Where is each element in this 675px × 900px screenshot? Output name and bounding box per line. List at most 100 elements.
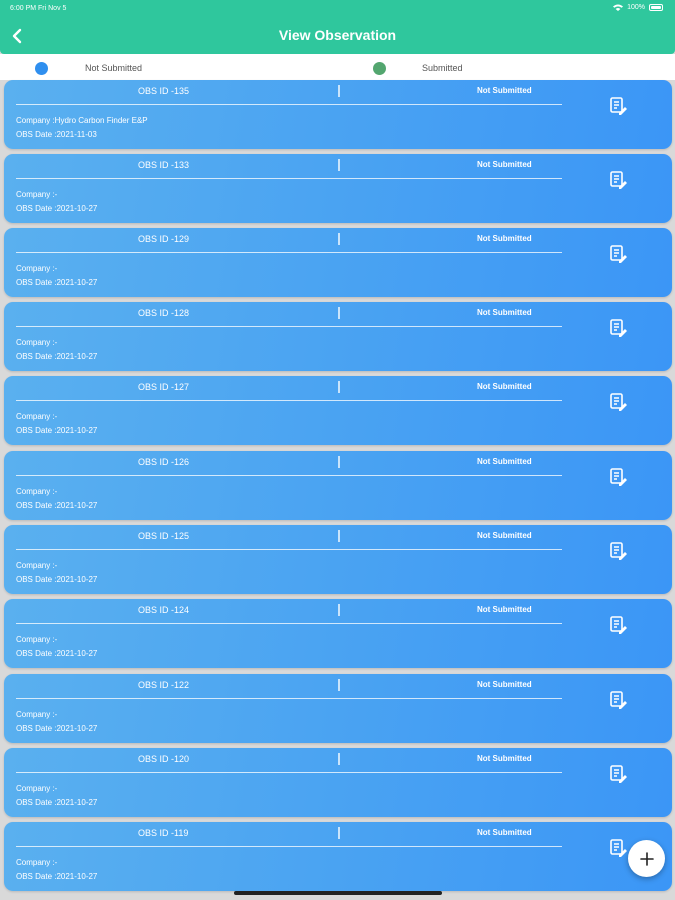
edit-icon[interactable]: [608, 244, 628, 264]
obs-id: OBS ID -124: [138, 605, 190, 615]
obs-id: OBS ID -120: [138, 754, 190, 764]
plus-icon: [639, 851, 654, 866]
edit-icon[interactable]: [608, 764, 628, 784]
obs-date: OBS Date :2021-10-27: [16, 798, 98, 807]
obs-id: OBS ID -128: [138, 308, 190, 318]
status-right: 100%: [613, 4, 663, 11]
obs-id: OBS ID -122: [138, 680, 190, 690]
divider: [16, 178, 562, 179]
observation-card[interactable]: OBS ID -129 Not Submitted Company :- OBS…: [4, 228, 672, 297]
obs-company: Company :-: [16, 784, 58, 793]
status-bar: 6:00 PM Fri Nov 5 100%: [0, 0, 675, 18]
divider: [16, 475, 562, 476]
observation-card[interactable]: OBS ID -119 Not Submitted Company :- OBS…: [4, 822, 672, 891]
observation-card[interactable]: OBS ID -124 Not Submitted Company :- OBS…: [4, 599, 672, 668]
obs-company: Company :Hydro Carbon Finder E&P: [16, 116, 148, 125]
obs-company: Company :-: [16, 858, 58, 867]
divider: [338, 827, 340, 839]
obs-status: Not Submitted: [477, 382, 532, 391]
battery-icon: [649, 4, 663, 11]
obs-company: Company :-: [16, 338, 58, 347]
divider: [16, 772, 562, 773]
divider: [338, 381, 340, 393]
status-time: 6:00 PM Fri Nov 5: [10, 5, 67, 12]
obs-company: Company :-: [16, 635, 58, 644]
edit-icon[interactable]: [608, 541, 628, 561]
obs-status: Not Submitted: [477, 754, 532, 763]
battery-percent: 100%: [627, 4, 645, 11]
divider: [338, 85, 340, 97]
obs-status: Not Submitted: [477, 605, 532, 614]
obs-company: Company :-: [16, 412, 58, 421]
edit-icon[interactable]: [608, 170, 628, 190]
status-legend: Not Submitted Submitted: [0, 54, 675, 80]
observation-card[interactable]: OBS ID -135 Not Submitted Company :Hydro…: [4, 80, 672, 149]
obs-company: Company :-: [16, 561, 58, 570]
not-submitted-dot: [35, 62, 48, 75]
obs-date: OBS Date :2021-10-27: [16, 872, 98, 881]
edit-icon[interactable]: [608, 615, 628, 635]
wifi-icon: [613, 4, 624, 11]
divider: [338, 233, 340, 245]
divider: [16, 623, 562, 624]
obs-status: Not Submitted: [477, 234, 532, 243]
obs-company: Company :-: [16, 264, 58, 273]
obs-id: OBS ID -125: [138, 531, 190, 541]
obs-date: OBS Date :2021-10-27: [16, 426, 98, 435]
observation-card[interactable]: OBS ID -128 Not Submitted Company :- OBS…: [4, 302, 672, 371]
divider: [338, 456, 340, 468]
obs-date: OBS Date :2021-10-27: [16, 649, 98, 658]
obs-date: OBS Date :2021-10-27: [16, 724, 98, 733]
obs-date: OBS Date :2021-10-27: [16, 501, 98, 510]
obs-status: Not Submitted: [477, 828, 532, 837]
obs-date: OBS Date :2021-10-27: [16, 575, 98, 584]
legend-not-submitted: Not Submitted: [85, 63, 143, 73]
divider: [16, 326, 562, 327]
observation-card[interactable]: OBS ID -126 Not Submitted Company :- OBS…: [4, 451, 672, 520]
divider: [338, 307, 340, 319]
edit-icon[interactable]: [608, 467, 628, 487]
observation-card[interactable]: OBS ID -125 Not Submitted Company :- OBS…: [4, 525, 672, 594]
divider: [16, 846, 562, 847]
edit-icon[interactable]: [608, 690, 628, 710]
divider: [16, 549, 562, 550]
obs-company: Company :-: [16, 487, 58, 496]
submitted-dot: [373, 62, 386, 75]
obs-company: Company :-: [16, 710, 58, 719]
nav-bar: View Observation: [0, 18, 675, 54]
page-title: View Observation: [278, 27, 397, 43]
obs-id: OBS ID -129: [138, 234, 190, 244]
obs-date: OBS Date :2021-10-27: [16, 204, 98, 213]
obs-status: Not Submitted: [477, 457, 532, 466]
obs-status: Not Submitted: [477, 86, 532, 95]
divider: [16, 252, 562, 253]
obs-date: OBS Date :2021-10-27: [16, 352, 98, 361]
obs-id: OBS ID -135: [138, 86, 190, 96]
observation-card[interactable]: OBS ID -122 Not Submitted Company :- OBS…: [4, 674, 672, 743]
obs-id: OBS ID -126: [138, 457, 190, 467]
divider: [338, 530, 340, 542]
edit-icon[interactable]: [608, 838, 628, 858]
obs-date: OBS Date :2021-11-03: [16, 130, 97, 139]
obs-status: Not Submitted: [477, 160, 532, 169]
edit-icon[interactable]: [608, 96, 628, 116]
divider: [16, 104, 562, 105]
obs-id: OBS ID -127: [138, 382, 190, 392]
divider: [338, 159, 340, 171]
divider: [16, 698, 562, 699]
obs-company: Company :-: [16, 190, 58, 199]
home-indicator: [234, 891, 442, 895]
legend-submitted: Submitted: [422, 63, 463, 73]
obs-id: OBS ID -133: [138, 160, 190, 170]
edit-icon[interactable]: [608, 392, 628, 412]
observation-card[interactable]: OBS ID -120 Not Submitted Company :- OBS…: [4, 748, 672, 817]
obs-status: Not Submitted: [477, 680, 532, 689]
divider: [338, 753, 340, 765]
add-observation-button[interactable]: [628, 840, 665, 877]
obs-id: OBS ID -119: [138, 828, 189, 838]
edit-icon[interactable]: [608, 318, 628, 338]
divider: [16, 400, 562, 401]
observation-card[interactable]: OBS ID -127 Not Submitted Company :- OBS…: [4, 376, 672, 445]
divider: [338, 604, 340, 616]
observation-card[interactable]: OBS ID -133 Not Submitted Company :- OBS…: [4, 154, 672, 223]
